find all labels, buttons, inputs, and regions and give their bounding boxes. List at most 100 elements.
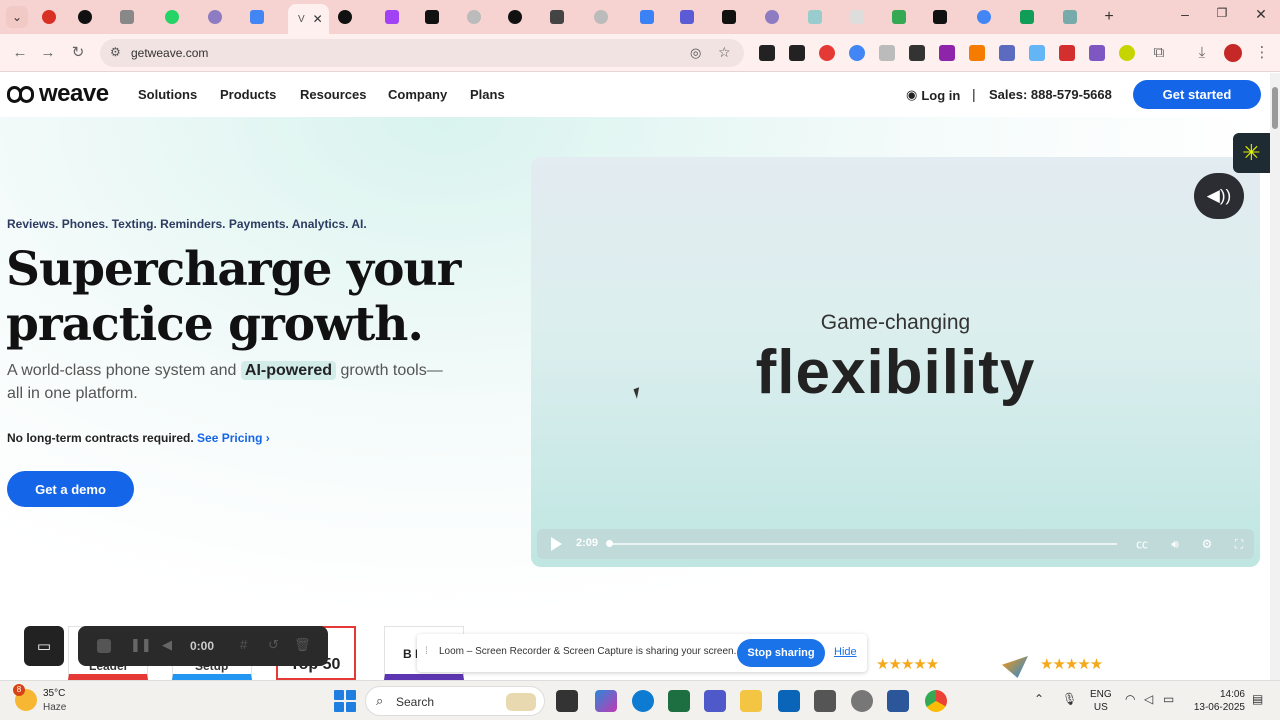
download-icon[interactable]: ⤓ [1192,43,1212,63]
forward-icon[interactable]: → [38,43,58,63]
scrollbar-thumb[interactable] [1272,87,1278,129]
extension-icon[interactable] [819,45,835,61]
browser-tab[interactable] [1063,6,1077,28]
nav-products[interactable]: Products [220,87,276,102]
draw-icon[interactable]: # [240,637,247,652]
extension-icon[interactable] [1059,45,1075,61]
browser-tab[interactable] [78,6,92,28]
language-indicator[interactable]: ENG US [1090,688,1112,714]
browser-tab[interactable] [42,6,56,28]
extension-icon[interactable] [969,45,985,61]
extension-icon[interactable] [1029,45,1045,61]
hide-notification-link[interactable]: Hide [834,646,857,658]
nav-resources[interactable]: Resources [300,87,366,102]
calculator-icon[interactable] [814,690,836,712]
browser-tab[interactable] [550,6,564,28]
browser-tab[interactable] [765,6,779,28]
task-view-icon[interactable] [556,690,578,712]
url-text[interactable]: getweave.com [131,46,208,60]
browser-tab[interactable] [594,6,608,28]
maximize-icon[interactable]: ❐ [1207,6,1237,20]
taskbar-search-box[interactable]: ⌕ Search [365,686,545,716]
battery-icon[interactable]: ▭ [1163,692,1174,706]
sales-phone-link[interactable]: Sales: 888-579-5668 [989,87,1112,102]
teams-icon[interactable] [704,690,726,712]
loom-camera-button[interactable]: ▭ [24,626,64,666]
back-icon[interactable]: ← [10,43,30,63]
browser-tab[interactable] [425,6,439,28]
bookmark-star-icon[interactable]: ☆ [718,44,731,61]
speaker-tray-icon[interactable]: ◁ [1144,692,1153,706]
stop-sharing-button[interactable]: Stop sharing [737,639,825,667]
see-pricing-link[interactable]: See Pricing › [197,431,270,445]
extension-icon[interactable] [999,45,1015,61]
tab-search-button[interactable]: ⌄ [6,6,28,28]
browser-tab[interactable] [165,6,179,28]
weather-sun-icon[interactable]: 8 [13,684,37,711]
reload-icon[interactable]: ↻ [68,43,88,63]
close-tab-icon[interactable]: ✕ [313,12,323,26]
unmute-button[interactable]: ◀)) [1194,173,1244,219]
extension-icon[interactable] [909,45,925,61]
mute-icon[interactable]: ◀ [162,637,172,653]
get-a-demo-button[interactable]: Get a demo [7,471,134,507]
profile-avatar[interactable] [1224,44,1242,62]
outlook-icon[interactable] [778,690,800,712]
site-info-icon[interactable]: ⚙ [110,45,121,59]
settings-gear-icon[interactable]: ⚙ [1197,534,1217,554]
browser-tab[interactable] [1020,6,1034,28]
extension-icon[interactable] [849,45,865,61]
close-window-icon[interactable]: ✕ [1246,6,1276,23]
browser-tab[interactable] [467,6,481,28]
extension-icon[interactable] [1089,45,1105,61]
browser-tab[interactable] [808,6,822,28]
extension-icon[interactable] [789,45,805,61]
browser-tab[interactable] [120,6,134,28]
nav-plans[interactable]: Plans [470,87,505,102]
extension-icon[interactable] [1119,45,1135,61]
pause-icon[interactable]: ❚❚ [130,637,152,653]
browser-tab[interactable] [250,6,264,28]
notifications-icon[interactable]: ▤ [1252,692,1263,706]
excel-icon[interactable] [668,690,690,712]
video-progress-knob[interactable] [606,540,613,547]
address-bar[interactable]: ⚙ getweave.com ◎ ☆ [100,39,744,67]
settings-icon[interactable] [851,690,873,712]
get-started-button[interactable]: Get started [1133,80,1261,109]
camera-icon[interactable] [879,45,895,61]
browser-tab[interactable] [977,6,991,28]
browser-tab[interactable] [680,6,694,28]
copilot-icon[interactable] [595,690,617,712]
nav-solutions[interactable]: Solutions [138,87,197,102]
microphone-icon[interactable]: 🎙︎ [1062,692,1077,706]
restart-icon[interactable]: ↺ [268,637,279,653]
extensions-puzzle-icon[interactable]: ⧉ [1149,43,1169,63]
login-link[interactable]: ◉ Log in [906,87,960,103]
hero-video-player[interactable]: Game-changing flexibility 2:09 ㏄ 🔊︎ ⚙ ⛶ [531,157,1260,567]
weave-logo[interactable]: weave [7,80,109,107]
wifi-icon[interactable]: ◠ [1125,692,1135,706]
video-progress-track[interactable] [607,543,1117,545]
stop-record-icon[interactable] [97,639,111,653]
trash-icon[interactable]: 🗑︎ [294,637,311,653]
browser-tab[interactable] [640,6,654,28]
browser-tab[interactable] [338,6,352,28]
file-explorer-icon[interactable] [740,690,762,712]
browser-tab[interactable] [722,6,736,28]
menu-kebab-icon[interactable]: ⋮ [1252,43,1272,63]
tray-chevron-up-icon[interactable]: ⌃ [1034,692,1044,706]
browser-tab[interactable] [508,6,522,28]
browser-tab[interactable] [892,6,906,28]
browser-tab-active[interactable]: V ✕ [288,4,329,34]
browser-tab[interactable] [933,6,947,28]
fullscreen-icon[interactable]: ⛶ [1229,534,1249,554]
drag-handle-icon[interactable]: ⁞ [425,646,428,657]
volume-icon[interactable]: 🔊︎ [1165,534,1185,554]
browser-tab[interactable] [385,6,399,28]
edge-icon[interactable] [632,690,654,712]
chrome-icon[interactable] [925,690,947,712]
windows-start-icon[interactable] [334,690,356,712]
word-icon[interactable] [887,690,909,712]
page-scrollbar[interactable] [1270,73,1280,680]
minimize-icon[interactable]: – [1170,6,1200,22]
